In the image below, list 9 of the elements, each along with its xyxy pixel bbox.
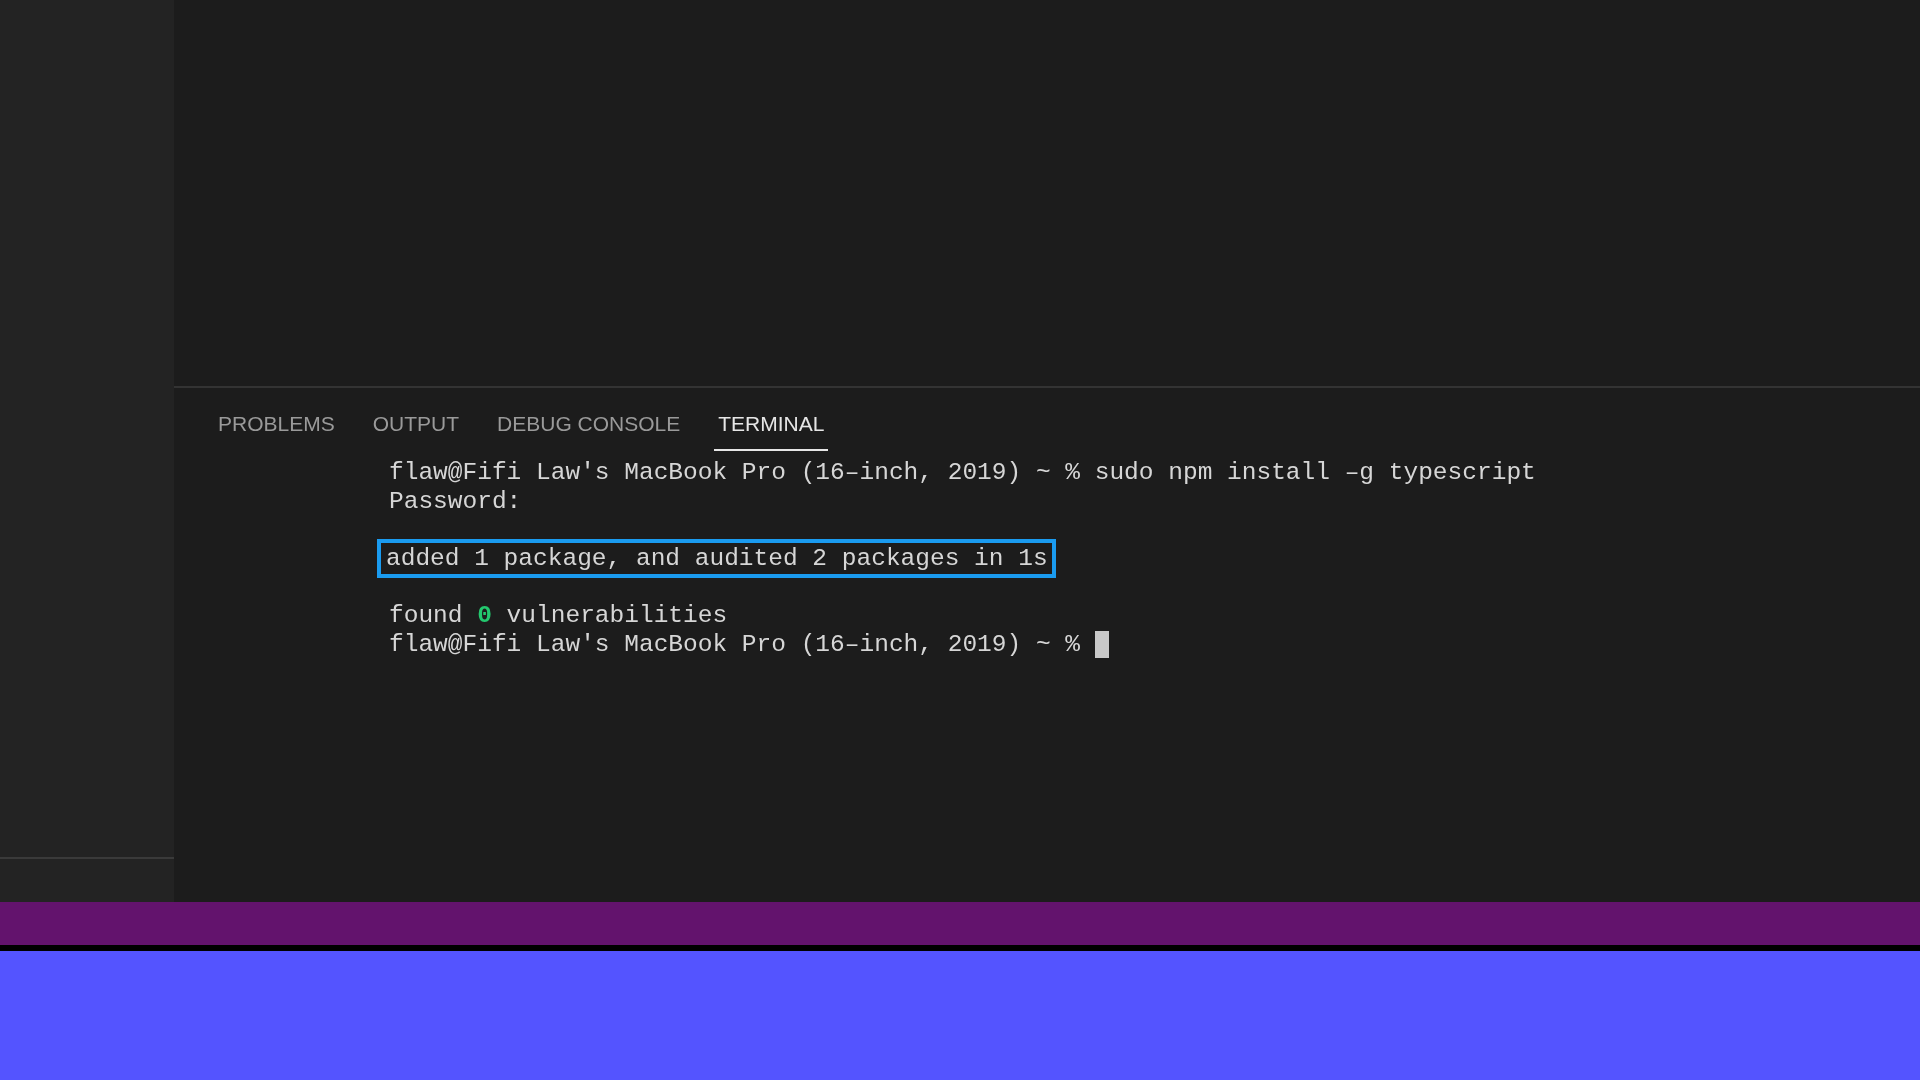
terminal-line: added 1 package, and audited 2 packages in 1s — [386, 544, 1048, 573]
terminal-line: flaw@Fifi Law's MacBook Pro (16–inch, 2019) ~ % sudo npm install –g typescript — [389, 458, 1536, 487]
terminal-line: flaw@Fifi Law's MacBook Pro (16–inch, 2019) ~ % — [389, 630, 1081, 659]
terminal-line: found 0 vulnerabilities — [389, 601, 728, 630]
terminal-line: Password: — [389, 487, 522, 516]
panel-tab[interactable]: OUTPUT — [368, 408, 464, 451]
panel-tab[interactable]: PROBLEMS — [214, 408, 339, 451]
panel-tab[interactable]: TERMINAL — [714, 408, 829, 451]
panel-tab[interactable]: DEBUG CONSOLE — [493, 408, 685, 451]
